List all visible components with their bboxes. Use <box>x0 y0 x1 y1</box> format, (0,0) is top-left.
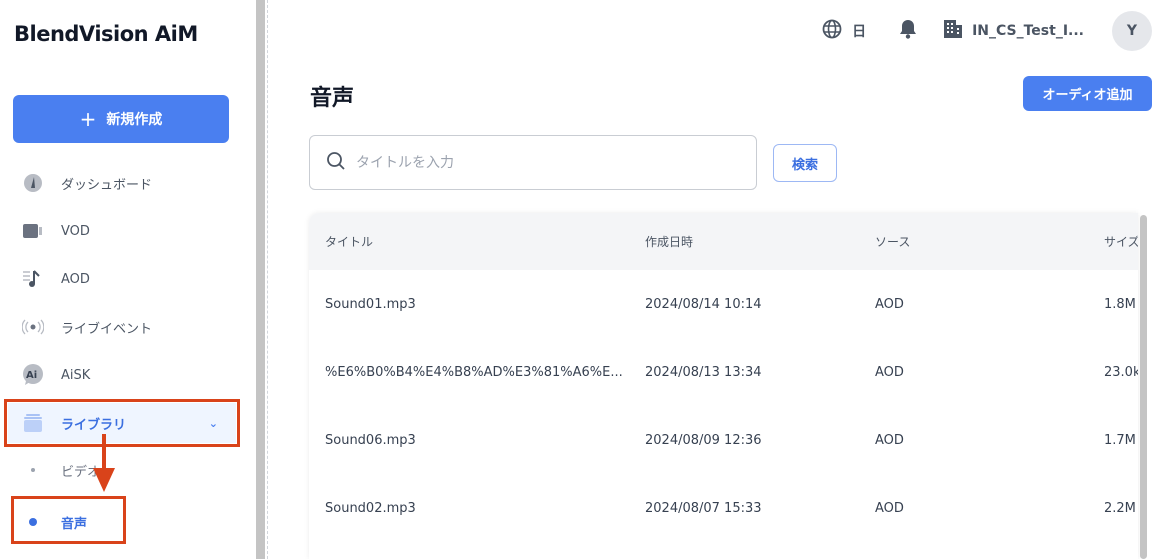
table-scrollbar[interactable] <box>1140 215 1147 559</box>
globe-icon[interactable] <box>822 19 842 43</box>
sidebar-subitem-video[interactable]: ビデオ <box>0 454 240 486</box>
column-source[interactable]: ソース <box>875 233 910 250</box>
bell-icon[interactable] <box>899 19 917 43</box>
svg-text:Ai: Ai <box>26 370 37 381</box>
arrow-head-icon <box>93 468 115 492</box>
search-button[interactable]: 検索 <box>773 144 837 182</box>
building-icon <box>944 20 963 42</box>
sidebar: BlendVision AiM + 新規作成 ダッシュボード VOD AOD ライ… <box>0 0 256 559</box>
table-header: タイトル 作成日時 ソース サイズ <box>309 213 1138 270</box>
audio-table: タイトル 作成日時 ソース サイズ Sound01.mp3 2024/08/14 … <box>309 213 1138 559</box>
ai-chat-icon: Ai <box>22 364 44 386</box>
cell-size: 1.7M <box>1104 432 1136 448</box>
cell-created: 2024/08/14 10:14 <box>645 296 762 312</box>
sidebar-item-vod[interactable]: VOD <box>8 211 236 251</box>
search-field[interactable] <box>309 135 757 190</box>
search-icon <box>326 151 346 175</box>
cell-source: AOD <box>875 500 904 516</box>
cell-created: 2024/08/13 13:34 <box>645 364 762 380</box>
new-create-button[interactable]: + 新規作成 <box>13 95 229 143</box>
language-selector[interactable]: 日 <box>852 21 866 41</box>
cell-source: AOD <box>875 432 904 448</box>
divider <box>267 0 268 559</box>
top-bar: 日 IN_CS_Test_I... Y <box>822 11 1167 51</box>
add-audio-button[interactable]: オーディオ追加 <box>1023 76 1152 111</box>
organization-selector[interactable]: IN_CS_Test_I... <box>972 23 1084 39</box>
cell-title: Sound01.mp3 <box>325 296 416 312</box>
cell-title: %E6%B0%B4%E4%B8%AD%E3%81%A6%E... <box>325 364 623 380</box>
cell-created: 2024/08/07 15:33 <box>645 500 762 516</box>
table-row[interactable]: %E6%B0%B4%E4%B8%AD%E3%81%A6%E... 2024/08/… <box>309 338 1138 406</box>
sidebar-item-dashboard[interactable]: ダッシュボード <box>8 163 236 203</box>
dashboard-gauge-icon <box>22 173 44 193</box>
cell-size: 2.2M <box>1104 500 1136 516</box>
cell-size: 23.0k <box>1104 364 1138 380</box>
cell-title: Sound02.mp3 <box>325 500 416 516</box>
highlight-box-library <box>4 399 240 447</box>
sidebar-item-live-event[interactable]: ライブイベント <box>8 307 236 347</box>
table-row[interactable]: Sound01.mp3 2024/08/14 10:14 AOD 1.8M <box>309 270 1138 338</box>
column-size[interactable]: サイズ <box>1104 233 1138 250</box>
sidebar-item-aod[interactable]: AOD <box>8 259 236 299</box>
sidebar-scrollbar[interactable] <box>256 0 265 559</box>
video-camera-icon <box>22 223 44 239</box>
cell-size: 1.8M <box>1104 296 1136 312</box>
column-created[interactable]: 作成日時 <box>645 233 693 250</box>
column-title[interactable]: タイトル <box>325 233 373 250</box>
annotation-arrow <box>102 434 106 472</box>
table-row[interactable]: Sound02.mp3 2024/08/07 15:33 AOD 2.2M <box>309 474 1138 542</box>
cell-created: 2024/08/09 12:36 <box>645 432 762 448</box>
search-input[interactable] <box>356 154 736 171</box>
plus-icon: + <box>79 107 97 131</box>
table-row[interactable]: Sound06.mp3 2024/08/09 12:36 AOD 1.7M <box>309 406 1138 474</box>
highlight-box-audio <box>11 496 126 544</box>
bullet-icon <box>31 468 35 472</box>
page-title: 音声 <box>310 86 355 111</box>
cell-source: AOD <box>875 296 904 312</box>
broadcast-icon <box>22 319 44 335</box>
music-note-icon <box>22 270 44 288</box>
cell-source: AOD <box>875 364 904 380</box>
cell-title: Sound06.mp3 <box>325 432 416 448</box>
logo: BlendVision AiM <box>14 22 198 46</box>
sidebar-item-aisk[interactable]: Ai AiSK <box>8 355 236 395</box>
avatar[interactable]: Y <box>1112 11 1152 51</box>
